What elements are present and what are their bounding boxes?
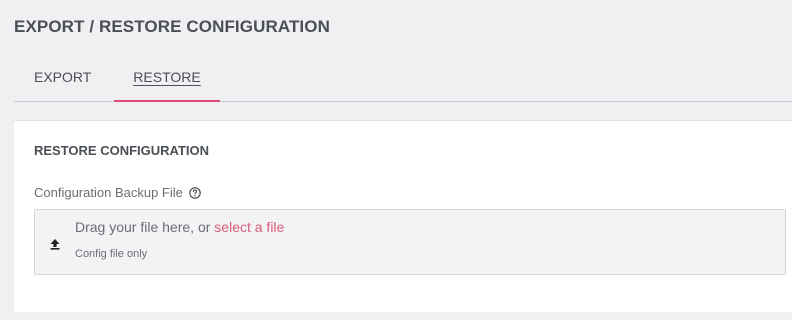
field-label-text: Configuration Backup File xyxy=(34,185,183,200)
dropzone-instruction: Drag your file here, or xyxy=(75,219,211,235)
section-title: RESTORE CONFIGURATION xyxy=(34,143,210,158)
dropzone-hint: Config file only xyxy=(75,248,148,260)
tab-bar: EXPORT RESTORE xyxy=(14,60,792,102)
field-label: Configuration Backup File xyxy=(34,185,201,200)
page-title: EXPORT / RESTORE CONFIGURATION xyxy=(14,17,330,36)
file-dropzone[interactable]: Drag your file here, or select a file Co… xyxy=(34,209,786,275)
page: EXPORT / RESTORE CONFIGURATION EXPORT RE… xyxy=(0,0,792,320)
tab-export[interactable]: EXPORT xyxy=(34,66,114,101)
tab-restore[interactable]: RESTORE xyxy=(114,66,220,102)
dropzone-text: Drag your file here, or select a file xyxy=(75,219,284,235)
restore-card: RESTORE CONFIGURATION Configuration Back… xyxy=(14,120,792,312)
select-file-link[interactable]: select a file xyxy=(214,219,284,235)
question-circle-icon[interactable] xyxy=(189,186,201,199)
active-tab-indicator xyxy=(114,100,220,102)
upload-icon xyxy=(49,237,61,250)
tab-restore-label: RESTORE xyxy=(133,69,201,85)
